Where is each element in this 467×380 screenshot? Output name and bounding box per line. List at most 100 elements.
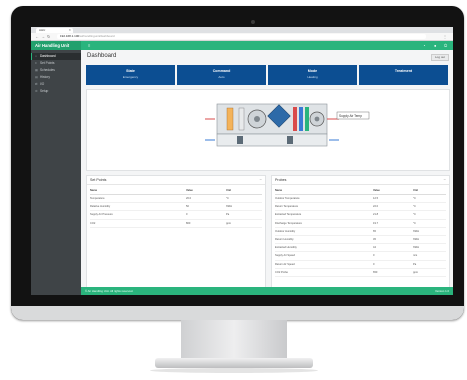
fan-hub	[314, 116, 320, 122]
cell: °C	[413, 194, 446, 204]
panel-title: Probes −	[272, 176, 449, 185]
sidebar-item-schedules[interactable]: ▦ Schedules	[31, 67, 81, 74]
fan-hub	[254, 116, 260, 122]
table-row: Return Temperature 22.0 °C	[275, 202, 446, 212]
menu-icon[interactable]: ⋮	[443, 34, 447, 39]
cell: 0	[186, 210, 226, 220]
diagram-tooltip-text: Supply Air Temp	[339, 114, 362, 118]
cell: Return Humidity	[275, 235, 373, 245]
reload-icon[interactable]: ↻	[47, 34, 50, 39]
footer-version: Version 1.0	[435, 289, 449, 293]
cell: Outdoor Temperature	[275, 194, 373, 204]
heating-coil	[293, 107, 297, 131]
probes-table: Name Value Unit Outdoor Temperature 12.5 °…	[275, 187, 446, 277]
url-path: /airhandlingunit/dashboard	[79, 34, 115, 38]
app-brand[interactable]: Air Handling Unit	[31, 41, 81, 50]
column-header: Unit	[413, 187, 446, 195]
status-card-mode: Mode Heating	[268, 65, 357, 85]
ahu-diagram-panel: Supply Air Temp	[86, 89, 450, 171]
table-row: CO2 Probe 650 ppm	[275, 268, 446, 277]
column-header: Value	[186, 187, 226, 195]
panel-title-text: Set Points	[90, 178, 107, 182]
user-icon[interactable]: ●	[434, 41, 436, 50]
cell: Return Air Speed	[275, 260, 373, 269]
cell: °C	[413, 210, 446, 220]
cell: CO2 Probe	[275, 268, 373, 277]
cell: CO2	[90, 219, 186, 228]
table-header-row: Name Value Unit	[275, 187, 446, 195]
back-icon[interactable]: ←	[35, 34, 39, 39]
setpoints-panel: Set Points − Name Value Unit Temperature…	[86, 175, 266, 295]
app-footer: © Air Handling Unit. All rights reserved…	[81, 287, 453, 295]
card-title: Treatment	[394, 69, 413, 73]
cell: Pa	[413, 260, 446, 269]
cell: 22.0	[373, 202, 413, 212]
bell-icon[interactable]: ◔	[423, 41, 425, 50]
webcam	[251, 20, 255, 24]
cell: 0	[373, 260, 413, 269]
sidebar: ⌂ Dashboard ≡ Set Points ▦ Schedules ▤ Histo…	[31, 50, 81, 295]
table-row: Extracted Temperature 21.8 °C	[275, 210, 446, 220]
cell: 0	[373, 251, 413, 261]
status-card-state: State Emergency	[86, 65, 175, 85]
status-card-command: Command Auto	[177, 65, 266, 85]
table-row: Relative Humidity 50 %RH	[90, 202, 262, 212]
table-header-row: Name Value Unit	[90, 187, 262, 195]
cell: 50	[186, 202, 226, 212]
cell: °C	[226, 194, 262, 204]
table-row: Discharge Temperature 19.7 °C	[275, 219, 446, 228]
card-title: Mode	[307, 69, 318, 73]
table-row: Outdoor Humidity 65 %RH	[275, 227, 446, 236]
cell: 20.0	[186, 194, 226, 204]
sidebar-item-set-points[interactable]: ≡ Set Points	[31, 60, 81, 67]
table-row: Return Air Speed 0 Pa	[275, 260, 446, 269]
footer-copyright: © Air Handling Unit. All rights reserved…	[85, 289, 134, 293]
cell: %RH	[413, 227, 446, 236]
sidebar-item-io[interactable]: ⇄ I/O	[31, 81, 81, 88]
forward-icon[interactable]: →	[41, 34, 45, 39]
column-header: Value	[373, 187, 413, 195]
column-header: Name	[275, 187, 373, 195]
collapse-icon[interactable]: −	[444, 176, 446, 184]
cell: Relative Humidity	[90, 202, 186, 212]
stand-shadow	[150, 368, 318, 373]
sidebar-item-history[interactable]: ▤ History	[31, 74, 81, 81]
sidebar-item-label: Setup	[40, 89, 49, 93]
table-row: CO2 800 ppm	[90, 219, 262, 228]
damper-block	[238, 107, 245, 131]
cell: Supply Air Speed	[275, 251, 373, 261]
cell: Temperature	[90, 194, 186, 204]
collapse-icon[interactable]: −	[260, 176, 262, 184]
column-header: Unit	[226, 187, 262, 195]
cell: 21.8	[373, 210, 413, 220]
url-field[interactable]: 192.168.1.100/airhandlingunit/dashboard	[57, 34, 426, 39]
screen: AHU ✕ ← → ↻ 192.168.1.100/airhandlinguni…	[31, 27, 453, 295]
card-title: Command	[212, 69, 231, 73]
table-row: Supply Air Speed 0 m/s	[275, 251, 446, 261]
ahu-diagram: Supply Air Temp	[205, 103, 370, 147]
return-duct	[216, 133, 328, 147]
main-content: Dashboard Log out State Emergency Comman…	[81, 50, 453, 295]
cell: 19.7	[373, 219, 413, 228]
sidebar-item-label: I/O	[40, 82, 45, 86]
sidebar-item-label: Set Points	[40, 61, 55, 65]
power-icon[interactable]: ⏻	[444, 41, 447, 50]
card-value: Emergency	[122, 75, 139, 79]
sidebar-item-setup[interactable]: ⚙ Setup	[31, 88, 81, 95]
cell: Supply Air Pressure	[90, 210, 186, 220]
setpoints-table: Name Value Unit Temperature 20.0 °C Relati…	[90, 187, 262, 228]
table-row: Return Humidity 45 %RH	[275, 235, 446, 245]
sensor-block	[237, 136, 243, 144]
monitor-stand-neck	[181, 320, 287, 363]
card-value: Heating	[307, 75, 318, 79]
cell: 800	[186, 219, 226, 228]
sidebar-item-dashboard[interactable]: ⌂ Dashboard	[31, 53, 81, 60]
probes-panel: Probes − Name Value Unit Outdoor Tempera…	[271, 175, 450, 295]
filter-block	[226, 107, 234, 131]
logout-button[interactable]: Log out	[430, 54, 449, 61]
status-card-treatment: Treatment	[359, 65, 448, 85]
page-title: Dashboard	[87, 53, 117, 59]
table-row: Temperature 20.0 °C	[90, 194, 262, 204]
hamburger-icon[interactable]: ≡	[88, 41, 90, 50]
sidebar-item-label: Dashboard	[40, 54, 56, 58]
